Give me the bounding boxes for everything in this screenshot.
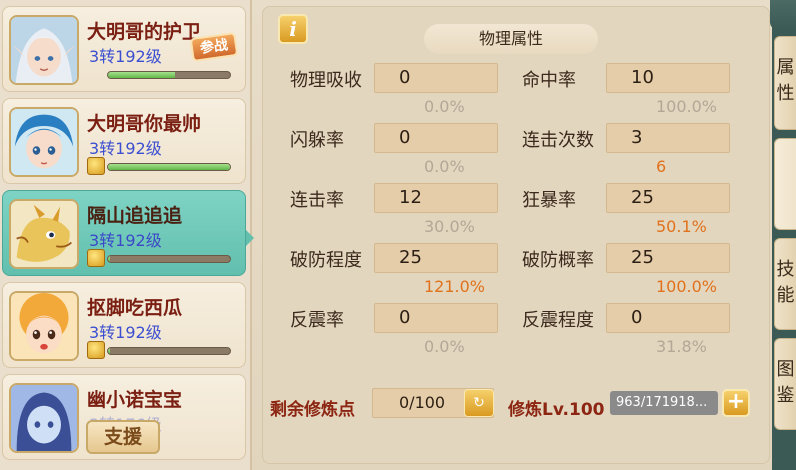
stat-value: 25 [606, 243, 730, 273]
cultivation-level-label: 修炼Lv.100 [508, 400, 605, 420]
stat-label: 破防概率 [522, 250, 594, 271]
stat-value: 0 [374, 123, 498, 153]
hero-level: 3转192级 [89, 323, 162, 342]
hero-level: 3转192级 [89, 47, 162, 66]
hero-exp-bar [107, 347, 231, 355]
hero-card-4[interactable]: 抠脚吃西瓜 3转192级 [2, 282, 246, 368]
tab-skills[interactable]: 技能 [774, 238, 796, 330]
stat-percent: 121.0% [424, 277, 486, 296]
hero-portrait-girl [9, 291, 79, 361]
tab-codex[interactable]: 图鉴 [774, 338, 796, 430]
selected-pointer-icon [246, 230, 254, 246]
remaining-points-label: 剩余修炼点 [270, 400, 355, 420]
stat-label: 狂暴率 [522, 190, 576, 211]
support-button[interactable]: 支援 [86, 420, 160, 454]
hero-exp-bar [107, 255, 231, 263]
hero-portrait-ghost [9, 383, 79, 453]
gold-coin-icon [87, 157, 105, 175]
info-icon[interactable]: i [278, 14, 308, 44]
stat-percent: 50.1% [656, 217, 707, 236]
hero-level: 3转192级 [89, 231, 162, 250]
hero-name: 隔山追追追 [87, 205, 183, 227]
hero-roster: 大明哥的护卫 3转192级 参战 大明哥你最帅 3转192级 隔山追追追 3转1… [0, 0, 254, 470]
stat-value: 0 [374, 303, 498, 333]
stat-label: 命中率 [522, 70, 576, 91]
stat-percent: 31.8% [656, 337, 707, 356]
in-battle-badge: 参战 [189, 31, 239, 63]
stat-label: 连击次数 [522, 130, 594, 151]
hero-name: 抠脚吃西瓜 [87, 297, 183, 319]
add-cultivation-button[interactable]: + [722, 389, 750, 417]
hero-card-3[interactable]: 隔山追追追 3转192级 [2, 190, 246, 276]
hero-name: 大明哥你最帅 [87, 113, 202, 135]
stat-percent: 6 [656, 157, 667, 176]
gold-coin-icon [87, 341, 105, 359]
hero-name: 幽小诺宝宝 [87, 389, 183, 411]
stat-percent: 100.0% [656, 277, 718, 296]
stat-value: 25 [374, 243, 498, 273]
hero-exp-bar [107, 163, 231, 171]
stat-percent: 0.0% [424, 337, 465, 356]
stat-label: 闪躲率 [290, 130, 344, 151]
hero-portrait-blue-hair [9, 107, 79, 177]
hero-level: 3转192级 [89, 139, 162, 158]
stat-label: 反震程度 [522, 310, 594, 331]
stat-percent: 100.0% [656, 97, 718, 116]
section-title: 物理属性 [424, 24, 598, 54]
gold-coin-icon [87, 249, 105, 267]
hero-portrait-elf [9, 15, 79, 85]
cultivation-exp-bar: 963/171918... [610, 391, 718, 415]
stat-percent: 0.0% [424, 97, 465, 116]
tab-attributes[interactable]: 属性 [774, 36, 796, 130]
corner-ornament [770, 0, 796, 30]
stat-percent: 0.0% [424, 157, 465, 176]
stat-value: 25 [606, 183, 730, 213]
game-window: 大明哥的护卫 3转192级 参战 大明哥你最帅 3转192级 隔山追追追 3转1… [0, 0, 796, 470]
reset-points-button[interactable]: ↻ [464, 389, 494, 417]
stat-value: 0 [374, 63, 498, 93]
stat-value: 3 [606, 123, 730, 153]
stat-value: 10 [606, 63, 730, 93]
stat-value: 0 [606, 303, 730, 333]
stat-label: 连击率 [290, 190, 344, 211]
stat-percent: 30.0% [424, 217, 475, 236]
stat-value: 12 [374, 183, 498, 213]
hero-exp-bar [107, 71, 231, 79]
stat-label: 反震率 [290, 310, 344, 331]
hero-card-1[interactable]: 大明哥的护卫 3转192级 参战 [2, 6, 246, 92]
hero-card-2[interactable]: 大明哥你最帅 3转192级 [2, 98, 246, 184]
tab-physical[interactable] [774, 138, 796, 230]
hero-portrait-dragon [9, 199, 79, 269]
stat-label: 破防程度 [290, 250, 362, 271]
stat-label: 物理吸收 [290, 70, 362, 91]
hero-name: 大明哥的护卫 [87, 21, 202, 43]
